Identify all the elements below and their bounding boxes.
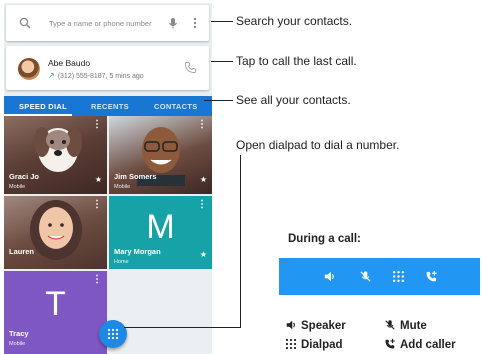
phone-app-screen: Type a name or phone number Abe Baudo ↗(… — [4, 3, 212, 354]
callout-line — [211, 21, 233, 22]
contact-name: Mary Morgan — [114, 247, 161, 256]
microphone-icon[interactable] — [166, 16, 180, 30]
contact-name: Jim Somers — [114, 172, 157, 181]
callout-dialpad: Open dialpad to dial a number. — [236, 138, 400, 152]
favorite-star-icon: ★ — [94, 175, 102, 184]
callout-line — [240, 155, 241, 328]
legend-speaker: Speaker — [285, 319, 346, 332]
contact-phone-type: Home — [114, 259, 129, 265]
more-options-icon[interactable]: ⋮ — [197, 200, 207, 210]
more-options-icon[interactable]: ⋮ — [197, 120, 207, 130]
contact-name: Lauren — [9, 247, 35, 256]
speed-dial-tile[interactable]: T ⋮ Tracy Mobile — [4, 271, 107, 354]
callout-last-call: Tap to call the last call. — [236, 54, 357, 68]
legend-dialpad: Dialpad — [285, 338, 343, 351]
favorite-star-icon: ★ — [199, 250, 207, 259]
tab-recents[interactable]: RECENTS — [91, 102, 129, 111]
contact-initial: M — [146, 208, 175, 246]
dialpad-icon — [285, 338, 297, 350]
contact-phone-type: Mobile — [114, 184, 131, 190]
mute-icon[interactable] — [359, 270, 372, 283]
contact-name: Graci Jo — [9, 172, 40, 181]
dialpad-icon — [107, 328, 119, 340]
speed-dial-tile[interactable]: ⋮ Graci Jo Mobile ★ — [4, 116, 107, 194]
more-options-icon[interactable]: ⋮ — [92, 275, 102, 285]
callout-search: Search your contacts. — [236, 14, 353, 28]
legend-add-caller: Add caller — [384, 338, 456, 351]
in-call-controls-bar — [279, 258, 480, 295]
dialpad-icon[interactable] — [392, 270, 405, 283]
contact-initial: T — [45, 285, 66, 323]
speed-dial-tile[interactable]: ⋮ Lauren — [4, 196, 107, 269]
speaker-icon — [286, 320, 295, 330]
dialpad-button[interactable] — [99, 320, 127, 348]
add-caller-icon — [385, 338, 395, 349]
call-icon[interactable] — [184, 61, 197, 74]
last-call-details: ↗ (312) 555-8187, 5 mins ago — [48, 71, 144, 80]
dialer-tabs: SPEED DIAL RECENTS CONTACTS — [4, 96, 212, 116]
avatar — [18, 58, 40, 80]
favorite-star-icon: ★ — [199, 175, 207, 184]
search-icon — [19, 17, 31, 29]
outgoing-call-arrow-icon: ↗ — [48, 71, 55, 80]
more-options-icon[interactable]: ⋮ — [92, 200, 102, 210]
callout-line — [204, 100, 233, 101]
speaker-icon[interactable] — [323, 270, 336, 283]
contact-phone-type: Mobile — [9, 184, 26, 190]
more-options-icon[interactable] — [188, 16, 202, 30]
contact-photo — [34, 127, 82, 172]
contact-phone-type: Mobile — [9, 341, 26, 347]
speed-dial-tile[interactable]: M ⋮ Mary Morgan Home ★ — [109, 196, 212, 269]
last-call-card[interactable]: Abe Baudo ↗ (312) 555-8187, 5 mins ago — [6, 46, 209, 90]
callout-line — [124, 327, 241, 328]
in-call-heading: During a call: — [288, 233, 361, 245]
callout-contacts: See all your contacts. — [236, 93, 351, 107]
add-caller-icon[interactable] — [425, 270, 438, 283]
more-options-icon[interactable]: ⋮ — [92, 120, 102, 130]
callout-line — [211, 61, 233, 62]
search-input[interactable]: Type a name or phone number — [49, 19, 152, 28]
legend-mute: Mute — [384, 319, 427, 332]
search-bar[interactable]: Type a name or phone number — [6, 5, 209, 41]
contact-name: Tracy — [9, 329, 29, 338]
last-call-name: Abe Baudo — [48, 58, 91, 68]
tab-speed-dial[interactable]: SPEED DIAL — [19, 102, 67, 111]
tab-contacts[interactable]: CONTACTS — [154, 102, 198, 111]
mute-icon — [385, 320, 395, 330]
speed-dial-tile[interactable]: ⋮ Jim Somers Mobile ★ — [109, 116, 212, 194]
